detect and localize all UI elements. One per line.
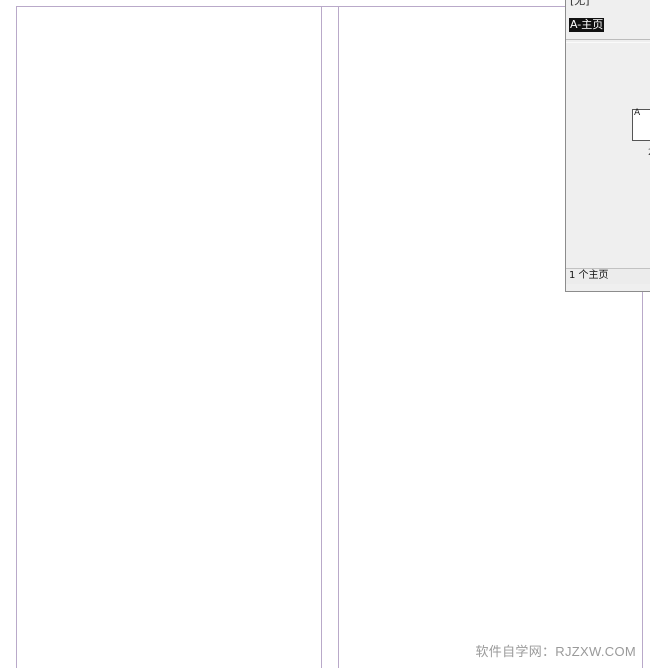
column-guide-left [321, 6, 322, 668]
panel-dotted-edge [536, 0, 564, 1]
pages-panel: [无] A-主页 A 2 1 个主页 [565, 0, 650, 292]
panel-footer: 1 个主页 [566, 268, 650, 284]
watermark-text: 软件自学网：RJZXW.COM [475, 644, 636, 659]
master-count-text: 1 个主页 [569, 270, 609, 281]
page-thumbnail[interactable]: A [632, 108, 650, 141]
master-item-a[interactable]: A-主页 [569, 18, 605, 32]
panel-section-divider[interactable] [566, 39, 650, 43]
page-left-edge [16, 6, 17, 668]
thumbnail-master-label: A [634, 108, 641, 118]
document-canvas[interactable] [0, 0, 650, 668]
column-guide-right [338, 6, 339, 668]
none-master-item[interactable]: [无] [570, 0, 590, 8]
page-top-edge [16, 6, 642, 7]
